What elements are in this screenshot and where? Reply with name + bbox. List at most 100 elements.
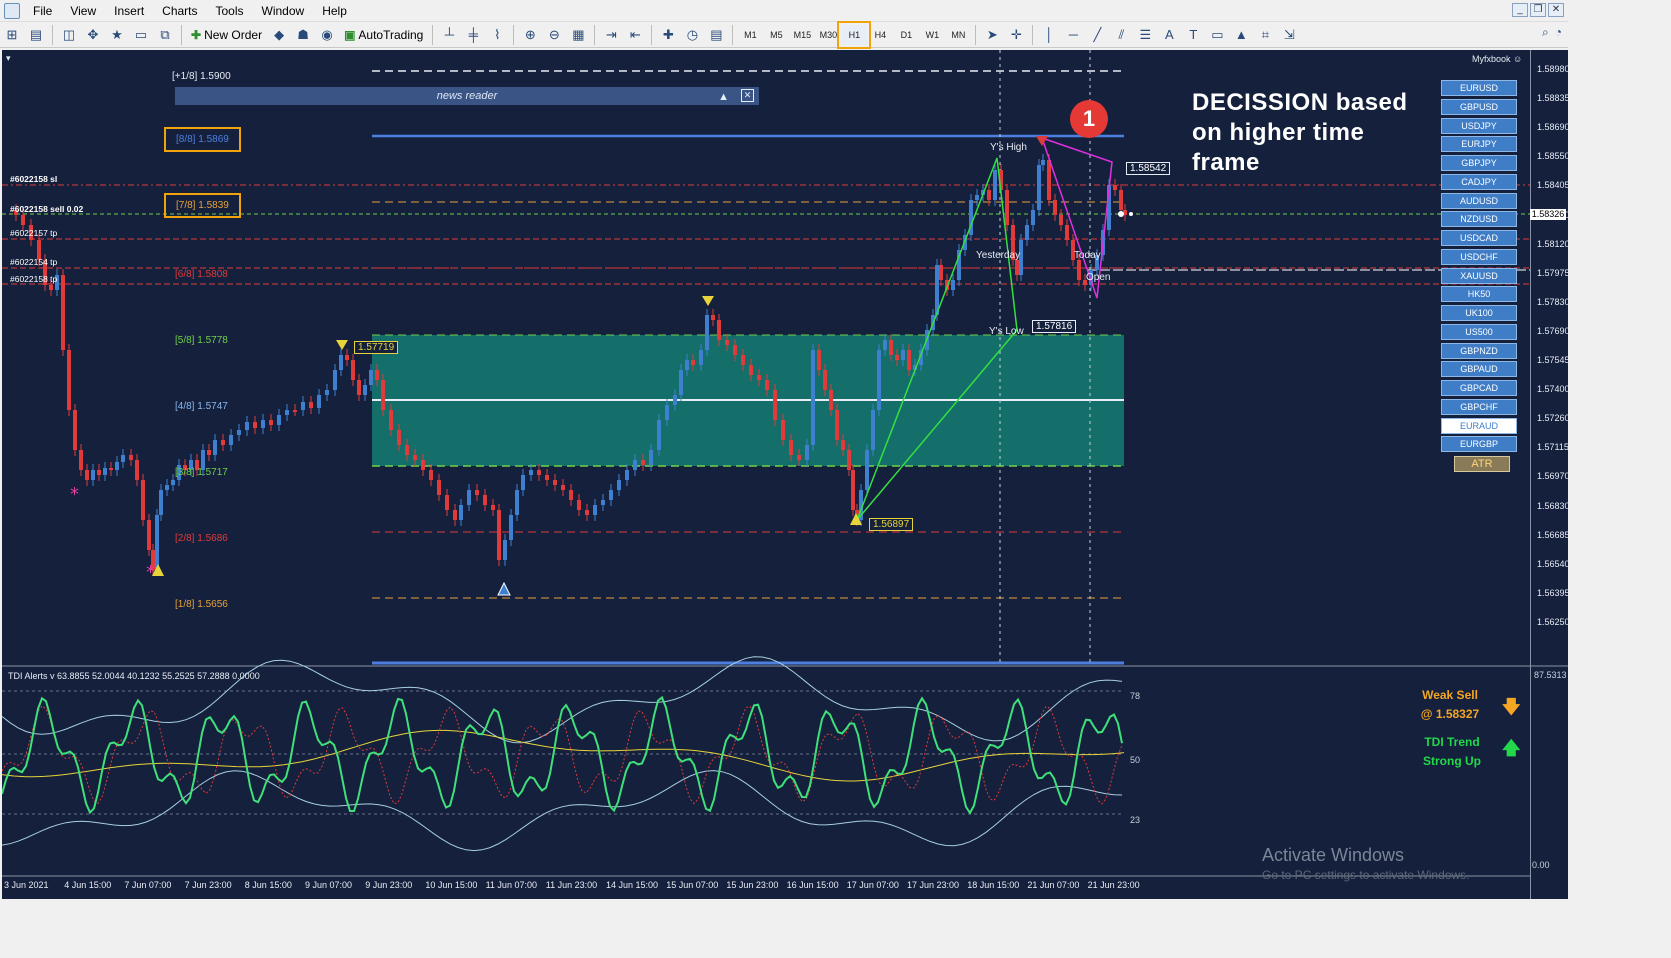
strategy-tester-icon[interactable]: ⧉ [154,24,176,46]
zoom-in-icon[interactable]: ⊕ [519,24,541,46]
symbol-button[interactable]: HK50 [1441,286,1517,303]
text-icon[interactable]: A [1158,24,1180,46]
candle-body [521,475,525,490]
candle-body [725,340,729,345]
market-icon[interactable]: ◉ [316,24,338,46]
templates-icon[interactable]: ▤ [705,24,727,46]
line-chart-icon[interactable]: ⌇ [486,24,508,46]
cursor-icon[interactable]: ➤ [981,24,1003,46]
timeframe-m1[interactable]: M1 [737,25,763,45]
timeframe-mn[interactable]: MN [945,25,971,45]
atr-button[interactable]: ATR [1454,456,1510,472]
symbol-button[interactable]: EURJPY [1441,136,1517,153]
equidistant-channel-icon[interactable]: ⫽ [1110,24,1132,46]
timeframe-d1[interactable]: D1 [893,25,919,45]
new-chart-icon[interactable]: ⊞ [1,24,23,46]
symbol-button[interactable]: USDJPY [1441,117,1517,134]
symbol-button[interactable]: GBPNZD [1441,342,1517,359]
timeframe-w1[interactable]: W1 [919,25,945,45]
metaeditor-icon[interactable]: ◆ [268,24,290,46]
symbol-button[interactable]: GBPJPY [1441,155,1517,171]
order-label-sell[interactable]: #6022158 sell 0.02 [10,204,83,214]
market-watch-icon[interactable]: ◫ [58,24,80,46]
candlestick-icon[interactable]: ╪ [462,24,484,46]
autoscroll-icon[interactable]: ⇥ [600,24,622,46]
symbol-button[interactable]: EURGBP [1441,436,1517,453]
new-order-button[interactable]: ✚ New Order [186,28,267,42]
minimize-icon[interactable]: _ [1512,3,1528,17]
triangle-icon[interactable]: ▲ [1230,24,1252,46]
restore-icon[interactable]: ❐ [1530,3,1546,17]
terminal-icon[interactable]: ▭ [130,24,152,46]
autotrading-button[interactable]: ▣ AutoTrading [339,28,428,42]
order-label-tp[interactable]: #6022154 tp [10,257,57,267]
timeframe-h1[interactable]: H1 [837,20,872,49]
crosshair-icon[interactable]: ✛ [1005,24,1027,46]
menu-insert[interactable]: Insert [105,0,153,22]
fibonacci-icon[interactable]: ☰ [1134,24,1156,46]
candle-body [1005,190,1009,225]
data-window-icon[interactable]: ✥ [82,24,104,46]
navigator-icon[interactable]: ★ [106,24,128,46]
symbol-button[interactable]: GBPCAD [1441,380,1517,396]
vertical-line-icon[interactable]: │ [1038,24,1060,46]
signals-icon[interactable]: ☗ [292,24,314,46]
timeframe-m30[interactable]: M30 [815,25,841,45]
tile-windows-icon[interactable]: ▦ [567,24,589,46]
symbol-button-selected[interactable]: EURAUD [1441,417,1517,434]
zoom-out-icon[interactable]: ⊖ [543,24,565,46]
symbol-button[interactable]: GBPCHF [1441,398,1517,415]
symbol-button[interactable]: UK100 [1441,305,1517,321]
candle-body [261,420,265,428]
symbol-button[interactable]: XAUUSD [1441,267,1517,284]
order-label-tp[interactable]: #6022157 tp [10,228,57,238]
symbol-button[interactable]: EURUSD [1441,80,1517,96]
candle-body [165,485,169,490]
menu-help[interactable]: Help [313,0,356,22]
candle-body [429,470,433,480]
menu-window[interactable]: Window [253,0,314,22]
collapse-icon[interactable]: ▲ [718,88,729,106]
rectangle-icon[interactable]: ▭ [1206,24,1228,46]
menu-tools[interactable]: Tools [207,0,253,22]
chat-icon[interactable]: ◔ [1555,25,1562,40]
text-label-icon[interactable]: T [1182,24,1204,46]
indicators-icon[interactable]: ✚ [657,24,679,46]
murrey-level-48: [4/8] 1.5747 [175,401,228,412]
news-reader-bar[interactable]: news reader ▲ ✕ [175,87,759,105]
close-icon[interactable]: ✕ [741,89,754,102]
order-label-tp[interactable]: #6022158 tp [10,274,57,284]
decision-line: on higher time [1192,119,1365,146]
arrows-icon[interactable]: ⇲ [1278,24,1300,46]
bar-chart-icon[interactable]: ┴ [438,24,460,46]
symbol-button[interactable]: GBPUSD [1441,98,1517,115]
close-icon[interactable]: ✕ [1548,3,1564,17]
price-scale[interactable]: 1.589801.588351.586901.585501.584051.582… [1530,50,1568,899]
timeframe-m15[interactable]: M15 [789,25,815,45]
symbol-button[interactable]: USDCHF [1441,248,1517,265]
timeframe-h4[interactable]: H4 [867,25,893,45]
menu-view[interactable]: View [61,0,105,22]
trendline-icon[interactable]: ╱ [1086,24,1108,46]
profiles-icon[interactable]: ▤ [25,24,47,46]
candle-body [717,320,721,340]
symbol-button[interactable]: USDCAD [1441,230,1517,246]
order-label-sl[interactable]: #6022158 sl [10,174,57,184]
chart-shift-icon[interactable]: ⇤ [624,24,646,46]
symbol-button[interactable]: GBPAUD [1441,361,1517,378]
periods-icon[interactable]: ◷ [681,24,703,46]
timeframe-m5[interactable]: M5 [763,25,789,45]
search-icon[interactable]: ⌕ [1542,25,1549,40]
price-dot [1129,212,1133,216]
chart-window[interactable]: * * ▾ [+1/8] 1.5900 [8/8] 1.5869 [7/8] 1.… [2,50,1568,899]
gann-icon[interactable]: ⌗ [1254,24,1276,46]
menu-file[interactable]: File [24,0,61,22]
myfxbook-label[interactable]: Myfxbook ☺ [1472,54,1522,64]
menu-charts[interactable]: Charts [153,0,206,22]
symbol-button[interactable]: US500 [1441,323,1517,340]
symbol-button[interactable]: CADJPY [1441,173,1517,190]
horizontal-line-icon[interactable]: ─ [1062,24,1084,46]
symbol-button[interactable]: NZDUSD [1441,211,1517,228]
symbol-button[interactable]: AUDUSD [1441,192,1517,209]
chart-menu-arrow[interactable]: ▾ [6,53,11,64]
